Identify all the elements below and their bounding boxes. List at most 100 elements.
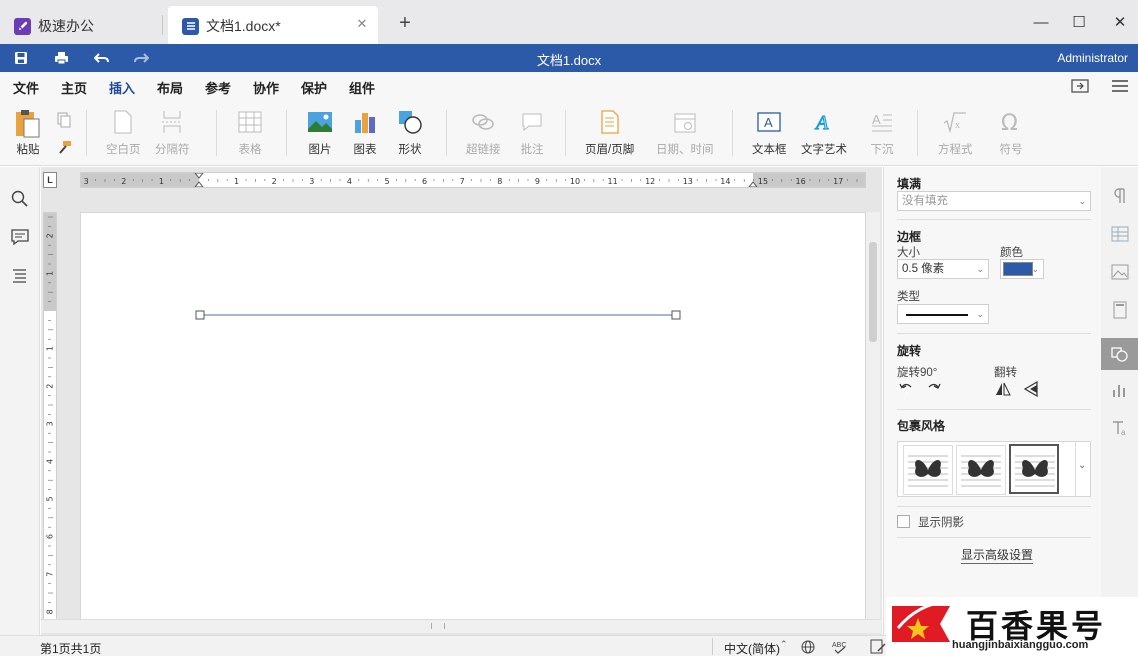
menu-collaborate[interactable]: 协作 xyxy=(253,78,279,97)
menu-layout[interactable]: 布局 xyxy=(157,78,183,97)
chart-button[interactable]: 图表 xyxy=(351,108,379,157)
color-swatch xyxy=(1003,262,1033,276)
tab-close-icon[interactable]: ✕ xyxy=(354,16,370,32)
menu-insert[interactable]: 插入 xyxy=(109,78,136,102)
menu-references[interactable]: 参考 xyxy=(205,78,231,97)
paragraph-settings-icon[interactable] xyxy=(1111,187,1129,205)
comment-button[interactable]: 批注 xyxy=(518,108,546,157)
shape-button[interactable]: 形状 xyxy=(396,108,424,157)
line-shape[interactable] xyxy=(81,213,867,621)
divider xyxy=(897,506,1091,507)
image-settings-icon[interactable] xyxy=(1111,263,1129,281)
table-settings-icon[interactable] xyxy=(1111,225,1129,243)
rotate-title: 旋转 xyxy=(897,344,922,358)
horizontal-scrollbar[interactable] xyxy=(41,619,881,633)
rotate-right-icon[interactable] xyxy=(926,381,942,400)
rotate-left-icon[interactable] xyxy=(898,381,914,400)
tab-stop-selector[interactable]: L xyxy=(43,172,57,188)
tab-home[interactable]: 极速办公 xyxy=(0,6,160,46)
wordart-button[interactable]: A 文字艺术 xyxy=(801,108,847,157)
watermark-logo: 百香果号 huangjinbaixiangguo.com xyxy=(886,597,1138,656)
vertical-scrollbar[interactable] xyxy=(866,212,880,620)
table-button[interactable]: 表格 xyxy=(236,108,264,157)
ruler-number: 16 xyxy=(796,177,806,186)
header-settings-icon[interactable] xyxy=(1111,301,1129,319)
ribbon-separator xyxy=(732,110,733,156)
globe-icon[interactable] xyxy=(801,640,815,656)
rocket-icon xyxy=(14,17,31,35)
ribbon-separator xyxy=(446,110,447,156)
menu-home[interactable]: 主页 xyxy=(61,78,87,97)
hyperlink-button[interactable]: 超链接 xyxy=(466,108,501,157)
ribbon-separator xyxy=(86,110,87,156)
language-select[interactable]: 中文(简体) xyxy=(724,640,780,656)
track-changes-icon[interactable] xyxy=(870,639,886,656)
paste-button[interactable]: 粘贴 xyxy=(14,110,42,157)
svg-text:Ω: Ω xyxy=(1001,111,1018,133)
picture-button[interactable]: 图片 xyxy=(306,108,334,157)
maximize-button[interactable]: ☐ xyxy=(1068,12,1090,34)
wrap-inline-option[interactable] xyxy=(1009,444,1059,494)
header-footer-icon xyxy=(596,108,624,136)
chevron-down-icon: ⌄ xyxy=(1078,196,1086,206)
gallery-more-icon[interactable]: ⌄ xyxy=(1078,460,1086,471)
flip-vertical-icon[interactable] xyxy=(1023,380,1039,400)
new-tab-button[interactable]: + xyxy=(396,12,414,34)
spellcheck-icon[interactable]: ABC xyxy=(832,639,848,656)
open-location-icon[interactable] xyxy=(1071,78,1089,94)
divider xyxy=(712,638,713,655)
menu-file[interactable]: 文件 xyxy=(13,78,39,97)
date-time-button[interactable]: 日期、时间 xyxy=(656,108,714,157)
ruler-number: 13 xyxy=(683,177,693,186)
flip-horizontal-icon[interactable] xyxy=(995,381,1011,400)
border-size-select[interactable]: 0.5 像素 ⌄ xyxy=(897,259,989,279)
left-sidebar xyxy=(0,167,40,635)
symbol-button[interactable]: Ω 符号 xyxy=(997,108,1025,157)
tab-document-label: 文档1.docx* xyxy=(206,18,281,34)
comments-icon[interactable] xyxy=(10,227,30,247)
user-name[interactable]: Administrator xyxy=(1057,51,1128,65)
menu-plugins[interactable]: 组件 xyxy=(349,78,375,97)
wrap-square-option[interactable] xyxy=(903,445,953,495)
menu-protect[interactable]: 保护 xyxy=(301,78,327,97)
fill-select[interactable]: 没有填充 ⌄ xyxy=(897,191,1091,211)
header-footer-button[interactable]: 页眉/页脚 xyxy=(585,108,634,157)
tab-separator xyxy=(162,15,163,35)
svg-text:a: a xyxy=(1121,428,1126,437)
search-icon[interactable] xyxy=(10,189,30,209)
navigation-icon[interactable] xyxy=(10,265,30,285)
copy-icon[interactable] xyxy=(56,112,72,131)
wrap-tight-option[interactable] xyxy=(956,445,1006,495)
minimize-button[interactable]: — xyxy=(1030,12,1052,34)
textart-settings-icon[interactable]: a xyxy=(1111,419,1129,437)
document-page[interactable] xyxy=(80,212,866,620)
line-type-select[interactable]: ⌄ xyxy=(897,304,989,324)
format-painter-icon[interactable] xyxy=(56,140,72,159)
break-button[interactable]: 分隔符 xyxy=(155,108,190,157)
horizontal-ruler[interactable]: 3 2 1 1 2 3 4 5 6 7 8 9 10 11 12 13 14 15 16 17 xyxy=(80,172,866,188)
ruler-number: 8 xyxy=(497,177,502,186)
tab-document[interactable]: 文档1.docx* ✕ xyxy=(168,6,378,46)
chart-settings-icon[interactable] xyxy=(1111,381,1129,399)
ruler-number: 15 xyxy=(758,177,768,186)
chart-icon xyxy=(351,108,379,136)
vertical-ruler[interactable]: 2 1 1 2 3 4 5 6 7 8 xyxy=(43,212,57,620)
equation-button[interactable]: x 方程式 xyxy=(938,108,973,157)
advanced-settings-link[interactable]: 显示高级设置 xyxy=(961,546,1034,564)
wrap-style-gallery: ⌄ xyxy=(897,441,1091,497)
right-indent-marker[interactable] xyxy=(748,181,758,187)
textbox-button[interactable]: A 文本框 xyxy=(752,108,787,157)
shadow-checkbox[interactable] xyxy=(897,515,910,528)
hamburger-menu-icon[interactable] xyxy=(1112,80,1128,92)
close-window-button[interactable]: ✕ xyxy=(1109,12,1131,34)
dropcap-button[interactable]: A 下沉 xyxy=(868,108,896,157)
border-color-picker[interactable]: ⌄ xyxy=(1000,259,1044,279)
indent-marker[interactable] xyxy=(194,173,204,187)
shape-settings-tab[interactable] xyxy=(1101,338,1138,370)
divider xyxy=(897,219,1091,220)
ruler-number: 10 xyxy=(570,177,580,186)
divider xyxy=(897,537,1091,538)
blank-page-button[interactable]: 空白页 xyxy=(106,108,141,157)
watermark-url: huangjinbaixiangguo.com xyxy=(952,639,1089,651)
ruler-number: 7 xyxy=(46,572,55,577)
